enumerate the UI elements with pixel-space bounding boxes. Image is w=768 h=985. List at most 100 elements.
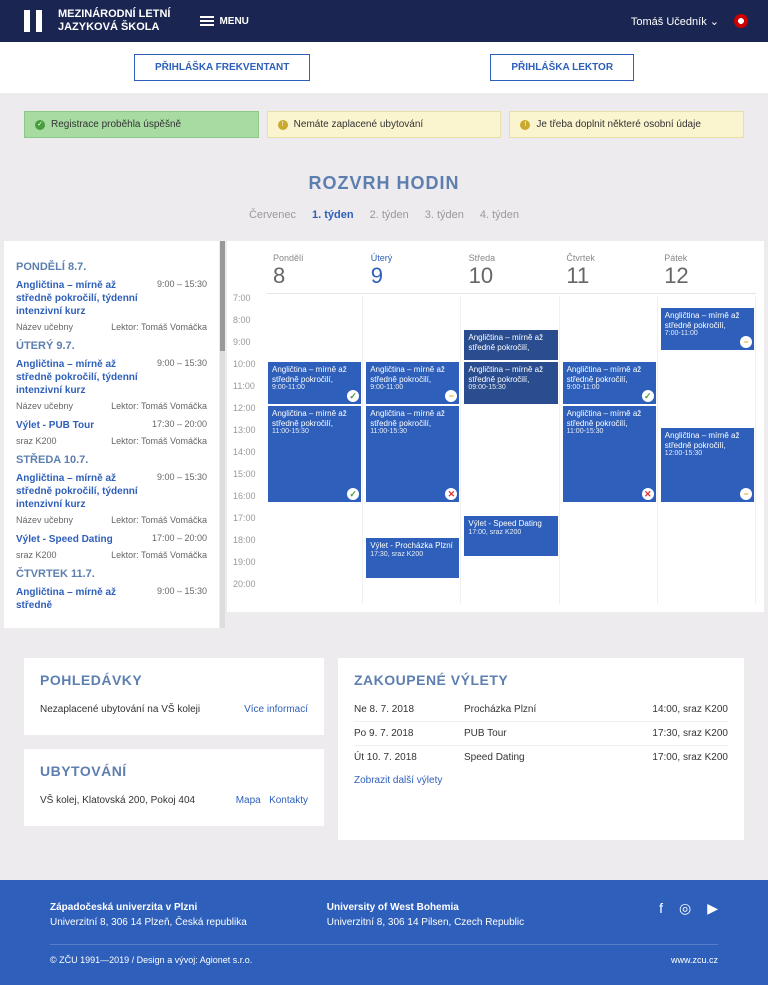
- hour-label: 8:00: [233, 315, 256, 337]
- day-name: Pátek: [664, 253, 750, 263]
- cal-day-head[interactable]: Čtvrtek11: [560, 249, 658, 293]
- calendar-event[interactable]: Angličtina – mírně až středně pokročilí,: [464, 330, 557, 360]
- sidebar-event[interactable]: Výlet - PUB Tour 17:30 – 20:00: [16, 419, 207, 432]
- event-title: Angličtina – mírně až středně pokročilí,: [468, 333, 553, 352]
- event-title: Angličtina – mírně až středně pokročilí,: [370, 409, 455, 428]
- event-time: 17:00 – 20:00: [152, 533, 207, 543]
- language-flag-icon[interactable]: [734, 14, 748, 28]
- trip-sub: 17:30, sraz K200: [370, 551, 455, 559]
- tab-3[interactable]: 3. týden: [425, 209, 464, 221]
- calendar-event[interactable]: Angličtina – mírně až středně pokročilí,…: [268, 406, 361, 502]
- calendar: 7:008:009:0010:0011:0012:0013:0014:0015:…: [227, 241, 764, 612]
- map-link[interactable]: Mapa: [236, 795, 261, 806]
- status-badge-icon: ✓: [642, 390, 654, 402]
- cal-column: Angličtina – mírně až středně pokročilí,…: [267, 296, 363, 604]
- calendar-event[interactable]: Angličtina – mírně až středně pokročilí,…: [563, 362, 656, 404]
- cal-column: Angličtina – mírně až středně pokročilí,…: [365, 296, 461, 604]
- sidebar-event[interactable]: Angličtina – mírně až středně pokročilí,…: [16, 472, 207, 511]
- event-title: Angličtina – mírně až středně pokročilí,: [665, 431, 750, 450]
- facebook-icon[interactable]: f: [659, 900, 663, 930]
- tab-4[interactable]: 4. týden: [480, 209, 519, 221]
- trip-date: Po 9. 7. 2018: [354, 728, 444, 739]
- event-room: sraz K200: [16, 550, 57, 560]
- day-number: 8: [273, 263, 359, 289]
- scrollbar[interactable]: [220, 241, 225, 628]
- contacts-link[interactable]: Kontakty: [269, 795, 308, 806]
- event-room: sraz K200: [16, 436, 57, 446]
- footer-url[interactable]: www.zcu.cz: [671, 955, 718, 965]
- day-name: Pondělí: [273, 253, 359, 263]
- more-info-link[interactable]: Více informací: [244, 704, 308, 715]
- cal-column: Angličtina – mírně až středně pokročilí,…: [562, 296, 658, 604]
- calendar-event[interactable]: Angličtina – mírně až středně pokročilí,…: [661, 428, 754, 502]
- calendar-event[interactable]: Angličtina – mírně až středně pokročilí,…: [563, 406, 656, 502]
- youtube-icon[interactable]: ▶: [707, 900, 718, 930]
- show-more-trips-link[interactable]: Zobrazit další výlety: [354, 775, 442, 786]
- calendar-event[interactable]: Angličtina – mírně až středně pokročilí,…: [661, 308, 754, 350]
- tab-1[interactable]: 1. týden: [312, 209, 354, 221]
- sidebar-event[interactable]: Angličtina – mírně až středně pokročilí,…: [16, 358, 207, 397]
- status-badge-icon: −: [740, 488, 752, 500]
- receivables-card: POHLEDÁVKY Nezaplacené ubytování na VŠ k…: [24, 658, 324, 735]
- trip-row: Po 9. 7. 2018PUB Tour17:30, sraz K200: [354, 722, 728, 746]
- application-buttons: PŘIHLÁŠKA FREKVENTANT PŘIHLÁŠKA LEKTOR: [0, 42, 768, 93]
- calendar-event[interactable]: Angličtina – mírně až středně pokročilí,…: [366, 362, 459, 404]
- hour-label: 18:00: [233, 535, 256, 557]
- calendar-event[interactable]: Angličtina – mírně až středně pokročilí,…: [464, 362, 557, 404]
- hour-label: 7:00: [233, 293, 256, 315]
- calendar-header: Pondělí8Úterý9Středa10Čtvrtek11Pátek12: [267, 249, 756, 294]
- hour-label: 10:00: [233, 359, 256, 381]
- cal-day-head[interactable]: Pátek12: [658, 249, 756, 293]
- event-time: 11:00-15:30: [272, 428, 357, 436]
- calendar-trip[interactable]: Výlet - Procházka Plzní17:30, sraz K200: [366, 538, 459, 578]
- trip-sub: 17:00, sraz K200: [468, 529, 553, 537]
- event-time: 9:00 – 15:30: [157, 358, 207, 368]
- warn-icon: !: [520, 120, 530, 130]
- sidebar-event[interactable]: Výlet - Speed Dating17:00 – 20:00: [16, 533, 207, 546]
- cal-day-head[interactable]: Středa10: [463, 249, 561, 293]
- trip-name: Procházka Plzní: [444, 704, 652, 715]
- lecturer-button[interactable]: PŘIHLÁŠKA LEKTOR: [490, 54, 634, 81]
- calendar-event[interactable]: Angličtina – mírně až středně pokročilí,…: [366, 406, 459, 502]
- status-badge-icon: ✕: [445, 488, 457, 500]
- logo-area[interactable]: MEZINÁRODNÍ LETNÍJAZYKOVÁ ŠKOLA: [20, 8, 170, 34]
- user-dropdown[interactable]: Tomáš Učedník ⌄: [631, 15, 719, 28]
- sidebar-event[interactable]: Angličtina – mírně až středně9:00 – 15:3…: [16, 586, 207, 612]
- calendar-trip[interactable]: Výlet - Speed Dating17:00, sraz K200: [464, 516, 557, 556]
- hour-label: 19:00: [233, 557, 256, 579]
- event-title: Angličtina – mírně až středně pokročilí,: [272, 365, 357, 384]
- menu-button[interactable]: MENU: [200, 16, 248, 27]
- tab-0[interactable]: Červenec: [249, 209, 296, 221]
- cal-day-head[interactable]: Pondělí8: [267, 249, 365, 293]
- tab-2[interactable]: 2. týden: [370, 209, 409, 221]
- alert-warning-1: !Nemáte zaplacené ubytování: [267, 111, 502, 138]
- event-title: Angličtina – mírně až středně pokročilí,…: [16, 279, 141, 318]
- sidebar-event[interactable]: Angličtina – mírně až středně pokročilí,…: [16, 279, 207, 318]
- sidebar-day-head: STŘEDA 10.7.: [16, 454, 207, 466]
- time-column: 7:008:009:0010:0011:0012:0013:0014:0015:…: [233, 293, 256, 601]
- event-lecturer: Lektor: Tomáš Vomáčka: [111, 550, 207, 560]
- instagram-icon[interactable]: ◎: [679, 900, 691, 930]
- applicant-button[interactable]: PŘIHLÁŠKA FREKVENTANT: [134, 54, 310, 81]
- day-name: Úterý: [371, 253, 457, 263]
- cal-day-head[interactable]: Úterý9: [365, 249, 463, 293]
- event-time: 9:00 – 15:30: [157, 472, 207, 482]
- status-badge-icon: −: [445, 390, 457, 402]
- hour-label: 9:00: [233, 337, 256, 359]
- card-text: VŠ kolej, Klatovská 200, Pokoj 404: [40, 795, 195, 806]
- event-time: 09:00-15:30: [468, 384, 553, 392]
- trip-time: 14:00, sraz K200: [652, 704, 728, 715]
- schedule-title: ROZVRH HODIN: [4, 173, 764, 194]
- event-time: 9:00-11:00: [370, 384, 455, 392]
- event-title: Angličtina – mírně až středně pokročilí,: [370, 365, 455, 384]
- status-badge-icon: −: [740, 336, 752, 348]
- hour-label: 14:00: [233, 447, 256, 469]
- event-time: 9:00 – 15:30: [157, 279, 207, 289]
- calendar-event[interactable]: Angličtina – mírně až středně pokročilí,…: [268, 362, 361, 404]
- status-badge-icon: ✕: [642, 488, 654, 500]
- event-lecturer: Lektor: Tomáš Vomáčka: [111, 436, 207, 446]
- event-title: Angličtina – mírně až středně pokročilí,: [468, 365, 553, 384]
- hour-label: 20:00: [233, 579, 256, 601]
- event-time: 17:30 – 20:00: [152, 419, 207, 429]
- event-title: Výlet - PUB Tour: [16, 419, 94, 432]
